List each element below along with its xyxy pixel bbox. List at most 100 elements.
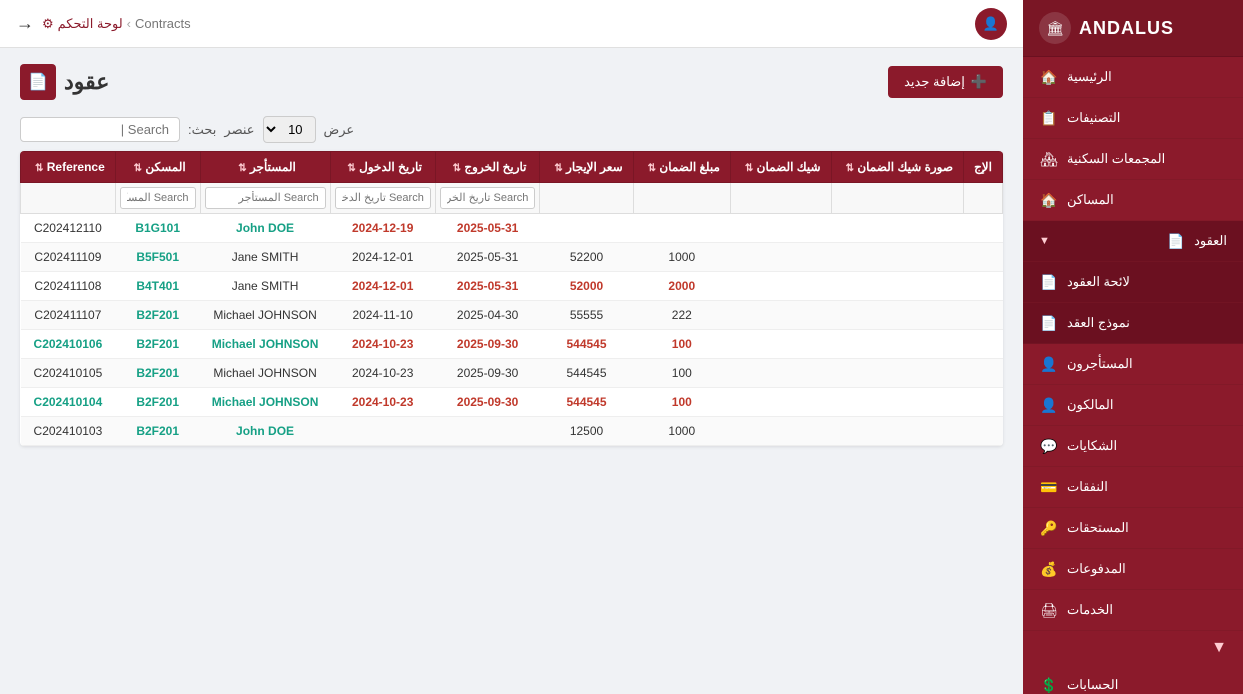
topbar-right: Contracts › لوحة التحكم ⚙ → (16, 13, 191, 34)
sort-icon-guarantee-check[interactable]: ⇅ (745, 163, 753, 174)
search-tenant-input[interactable] (205, 187, 326, 209)
sort-icon-tenant[interactable]: ⇅ (238, 163, 246, 174)
sidebar-item-properties[interactable]: المساكن 🏠 (1023, 180, 1243, 221)
table-toolbar: عرض 10 25 50 عنصر بحث: (20, 116, 1003, 143)
contracts-table-wrapper: الإج صورة شيك الضمان ⇅ شيك الضمان ⇅ مبلغ… (20, 151, 1003, 446)
sidebar-item-payments[interactable]: المدفوعات 💰 (1023, 549, 1243, 590)
sidebar-item-label-categories: التصنيفات (1067, 110, 1120, 126)
sort-icon-property[interactable]: ⇅ (134, 163, 142, 174)
services-icon: 🖨 (1039, 600, 1059, 620)
complaints-icon: 💬 (1039, 436, 1059, 456)
col-tenant: المستأجر ⇅ (200, 152, 330, 183)
sort-icon-exit-date[interactable]: ⇅ (453, 163, 461, 174)
dashboard-icon: ⚙ (42, 16, 54, 32)
sidebar-item-contracts-list[interactable]: لائحة العقود 📄 (1023, 262, 1243, 303)
table-row: 1000522002025-05-312024-12-01Jane SMITHB… (21, 243, 1003, 272)
sidebar-item-complexes[interactable]: المجمعات السكنية 🏘 (1023, 139, 1243, 180)
sort-icon-rent-price[interactable]: ⇅ (554, 163, 562, 174)
col-guarantee-check: شيك الضمان ⇅ (730, 152, 831, 183)
contract-template-icon: 📄 (1039, 313, 1059, 333)
search-col-guarantee-photo (831, 183, 963, 214)
col-reference: Reference ⇅ (21, 152, 116, 183)
sidebar-item-label-contracts: العقود (1194, 233, 1227, 249)
home-icon: 🏠 (1039, 67, 1059, 87)
search-input[interactable] (20, 117, 180, 142)
page-header: ➕ إضافة جديد عقود 📄 (20, 64, 1003, 100)
table-row: 100012500John DOEB2F201C202410103 (21, 417, 1003, 446)
sort-icon-entry-date[interactable]: ⇅ (347, 163, 355, 174)
col-actions: الإج (964, 152, 1003, 183)
page-title-text: عقود (64, 69, 109, 95)
expenses-icon: 💳 (1039, 477, 1059, 497)
sidebar-item-home[interactable]: الرئيسية 🏠 (1023, 57, 1243, 98)
sort-icon-guarantee-amount[interactable]: ⇅ (648, 163, 656, 174)
element-label: عنصر (224, 122, 254, 138)
contracts-icon: 📄 (1166, 231, 1186, 251)
col-entry-date: تاريخ الدخول ⇅ (330, 152, 435, 183)
accounts-collapse[interactable]: ▼ (1023, 631, 1243, 665)
search-col-exit-date (435, 183, 540, 214)
search-entry-date-input[interactable] (335, 187, 431, 209)
search-col-reference (21, 183, 116, 214)
show-label: عرض (324, 122, 355, 138)
col-property: المسكن ⇅ (115, 152, 200, 183)
sidebar-item-dues[interactable]: المستحقات 🔑 (1023, 508, 1243, 549)
topbar: 👤 Contracts › لوحة التحكم ⚙ → (0, 0, 1023, 48)
table-search-row (21, 183, 1003, 214)
sidebar-item-label-tenants: المستأجرون (1067, 356, 1133, 372)
sidebar-item-expenses[interactable]: النفقات 💳 (1023, 467, 1243, 508)
main-content: 👤 Contracts › لوحة التحكم ⚙ → ➕ إضافة جد… (0, 0, 1023, 694)
sort-icon-reference[interactable]: ⇅ (35, 163, 43, 174)
add-icon: ➕ (971, 74, 987, 90)
complexes-icon: 🏘 (1039, 149, 1059, 169)
sidebar-item-tenants[interactable]: المستأجرون 👤 (1023, 344, 1243, 385)
search-col-guarantee-amount (633, 183, 730, 214)
sidebar-item-owners[interactable]: المالكون 👤 (1023, 385, 1243, 426)
search-label: بحث: (188, 122, 216, 138)
page-content: ➕ إضافة جديد عقود 📄 عرض 10 25 50 عنصر بح… (0, 48, 1023, 694)
breadcrumb-separator: › (127, 16, 131, 31)
sidebar-item-label-services: الخدمات (1067, 602, 1113, 618)
table-row: 2000520002025-05-312024-12-01Jane SMITHB… (21, 272, 1003, 301)
sidebar-item-label-payments: المدفوعات (1067, 561, 1126, 577)
sort-icon-guarantee-photo[interactable]: ⇅ (846, 163, 854, 174)
sidebar-item-label-home: الرئيسية (1067, 69, 1112, 85)
search-col-rent-price (540, 183, 633, 214)
topbar-arrow-icon[interactable]: → (16, 13, 34, 34)
per-page-select[interactable]: 10 25 50 (263, 116, 316, 143)
payments-icon: 💰 (1039, 559, 1059, 579)
search-property-input[interactable] (120, 187, 196, 209)
tenants-icon: 👤 (1039, 354, 1059, 374)
sidebar: ANDALUS 🏛 الرئيسية 🏠 التصنيفات 📋 المجمعا… (1023, 0, 1243, 694)
properties-icon: 🏠 (1039, 190, 1059, 210)
search-col-tenant (200, 183, 330, 214)
sidebar-item-complaints[interactable]: الشكايات 💬 (1023, 426, 1243, 467)
table-row: 1005445452025-09-302024-10-23Michael JOH… (21, 359, 1003, 388)
sidebar-item-label-contracts-list: لائحة العقود (1067, 274, 1130, 290)
sidebar-item-contract-template[interactable]: نموذج العقد 📄 (1023, 303, 1243, 344)
search-exit-date-input[interactable] (440, 187, 536, 209)
sidebar-item-contracts[interactable]: العقود 📄 ▼ (1023, 221, 1243, 262)
page-title-icon: 📄 (20, 64, 56, 100)
sidebar-item-label-complaints: الشكايات (1067, 438, 1117, 454)
col-guarantee-photo: صورة شيك الضمان ⇅ (831, 152, 963, 183)
sidebar-logo: ANDALUS 🏛 (1023, 0, 1243, 57)
table-row: 1005445452025-09-302024-10-23Michael JOH… (21, 388, 1003, 417)
breadcrumb-home[interactable]: لوحة التحكم (58, 16, 123, 32)
sidebar-item-services[interactable]: الخدمات 🖨 (1023, 590, 1243, 631)
table-header-row: الإج صورة شيك الضمان ⇅ شيك الضمان ⇅ مبلغ… (21, 152, 1003, 183)
table-row: 1005445452025-09-302024-10-23Michael JOH… (21, 330, 1003, 359)
sidebar-item-categories[interactable]: التصنيفات 📋 (1023, 98, 1243, 139)
owners-icon: 👤 (1039, 395, 1059, 415)
table-row: 222555552025-04-302024-11-10Michael JOHN… (21, 301, 1003, 330)
add-button[interactable]: ➕ إضافة جديد (888, 66, 1003, 98)
sidebar-item-label-accounts: الحسابات (1067, 677, 1118, 693)
breadcrumb: Contracts › لوحة التحكم ⚙ (42, 16, 191, 32)
sidebar-item-accounts[interactable]: الحسابات 💲 (1023, 665, 1243, 694)
search-col-actions (964, 183, 1003, 214)
search-col-property (115, 183, 200, 214)
contracts-collapse-icon[interactable]: ▼ (1039, 235, 1050, 247)
categories-icon: 📋 (1039, 108, 1059, 128)
table-row: 2025-05-312024-12-19John DOEB1G101C20241… (21, 214, 1003, 243)
col-rent-price: سعر الإيجار ⇅ (540, 152, 633, 183)
